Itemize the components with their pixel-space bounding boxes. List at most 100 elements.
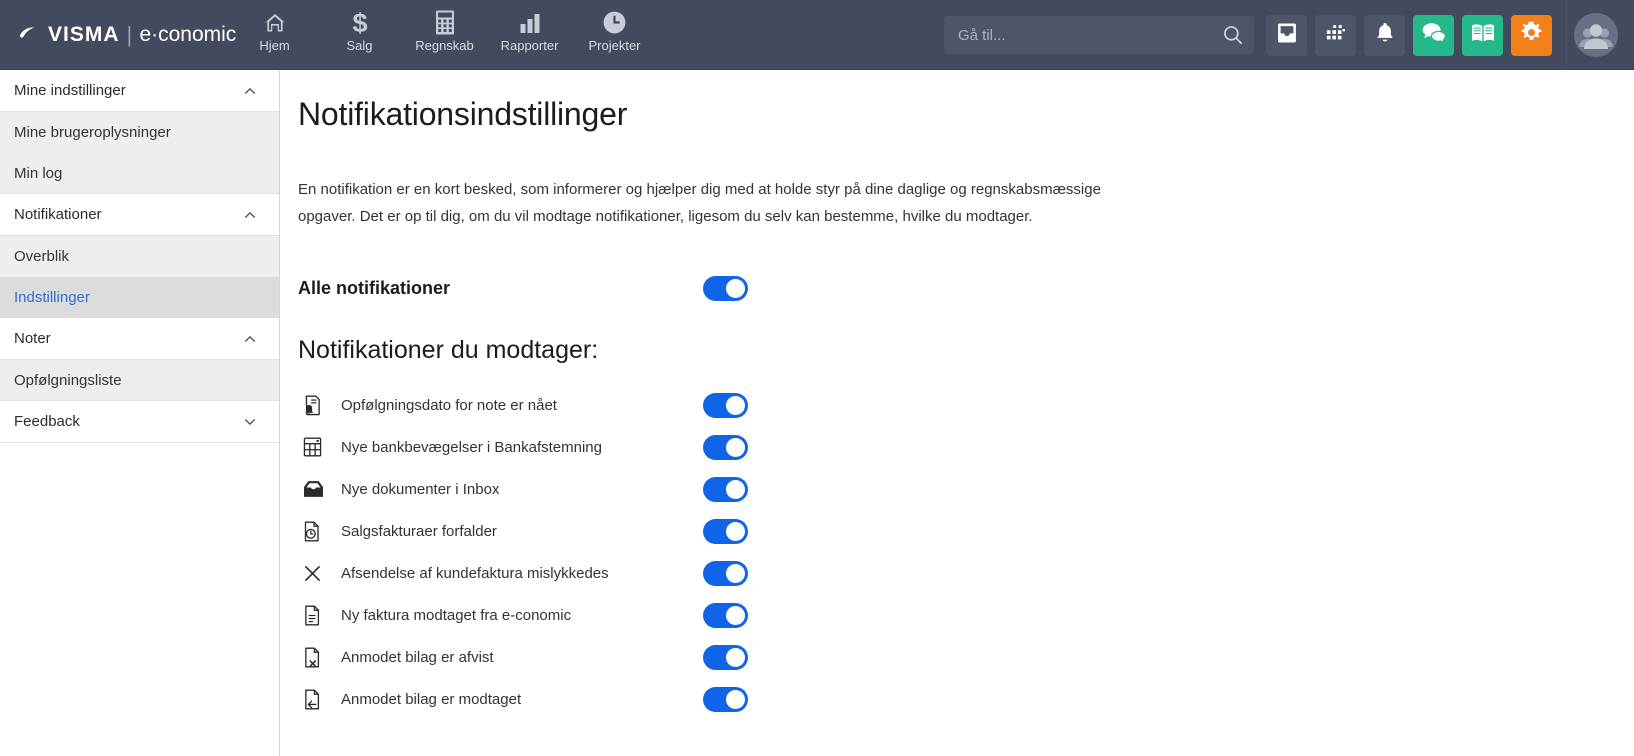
toggle-knob xyxy=(726,689,745,709)
apps-grid-icon xyxy=(1325,22,1347,49)
sidebar-group-label: Feedback xyxy=(14,413,80,430)
brand-visma-text: VISMA xyxy=(48,22,120,46)
sidebar-item-label: Opfølgningsliste xyxy=(14,371,122,389)
sidebar-group-noter[interactable]: Noter xyxy=(0,318,279,360)
chevron-down-icon xyxy=(243,415,257,429)
toggle-knob xyxy=(726,605,745,625)
notification-toggle-2[interactable] xyxy=(703,476,748,502)
notification-row-5: Ny faktura modtaget fra e-conomic xyxy=(298,594,1634,636)
chat-button[interactable] xyxy=(1413,14,1454,56)
sidebar-group-label: Noter xyxy=(14,330,51,347)
home-icon xyxy=(262,9,288,36)
help-button[interactable] xyxy=(1462,14,1503,56)
notification-label: Salgsfakturaer forfalder xyxy=(341,522,497,540)
notification-row-4: Afsendelse af kundefaktura mislykkedes xyxy=(298,552,1634,594)
search-icon[interactable] xyxy=(1222,24,1244,46)
top-navigation-bar: VISMA | e·conomic Hjem $ Salg Regnskab R… xyxy=(0,0,1634,70)
chat-bubbles-icon xyxy=(1422,22,1446,49)
toggle-knob xyxy=(726,479,745,499)
dollar-icon: $ xyxy=(349,9,371,36)
sidebar: Mine indstillinger Mine brugeroplysninge… xyxy=(0,70,280,756)
all-notifications-label: Alle notifikationer xyxy=(298,277,451,298)
notification-toggle-3[interactable] xyxy=(703,518,748,544)
search-box[interactable] xyxy=(944,16,1254,54)
document-lines-icon xyxy=(298,605,332,626)
notification-toggle-1[interactable] xyxy=(703,434,748,460)
toggle-knob xyxy=(726,521,745,541)
document-x-icon xyxy=(298,647,332,668)
settings-button[interactable] xyxy=(1511,14,1552,56)
close-x-icon xyxy=(298,564,332,583)
nav-item-regnskab[interactable]: Regnskab xyxy=(402,9,487,65)
all-notifications-toggle[interactable] xyxy=(703,275,748,301)
toggle-knob xyxy=(726,395,745,415)
document-clock-icon xyxy=(298,521,332,542)
sidebar-item-mine-brugeroplysninger[interactable]: Mine brugeroplysninger xyxy=(0,112,279,153)
nav-item-salg[interactable]: $ Salg xyxy=(317,9,402,65)
notification-toggle-6[interactable] xyxy=(703,644,748,670)
main-content: Notifikationsindstillinger En notifikati… xyxy=(280,70,1634,756)
nav-label-rapporter: Rapporter xyxy=(500,38,559,53)
sidebar-group-feedback[interactable]: Feedback xyxy=(0,401,279,443)
notification-row-1: Nye bankbevægelser i Bankafstemning xyxy=(298,426,1634,468)
note-bell-icon xyxy=(298,395,332,416)
notification-row-6: Anmodet bilag er afvist xyxy=(298,636,1634,678)
toggle-knob xyxy=(726,278,745,298)
main-nav: Hjem $ Salg Regnskab Rapporter Projekter xyxy=(232,0,657,69)
book-icon xyxy=(1471,23,1495,48)
sidebar-item-label: Min log xyxy=(14,164,63,182)
document-arrow-icon xyxy=(298,689,332,710)
notification-label: Afsendelse af kundefaktura mislykkedes xyxy=(341,564,609,582)
sidebar-item-label: Indstillinger xyxy=(14,288,90,306)
sidebar-group-notifikationer[interactable]: Notifikationer xyxy=(0,194,279,236)
users-avatar-icon xyxy=(1573,13,1618,57)
all-notifications-row: Alle notifikationer xyxy=(298,271,1634,305)
sidebar-item-overblik[interactable]: Overblik xyxy=(0,236,279,277)
gear-icon xyxy=(1520,21,1543,49)
sidebar-group-mine-indstillinger[interactable]: Mine indstillinger xyxy=(0,70,279,112)
brand-logo[interactable]: VISMA | e·conomic xyxy=(0,0,236,69)
sidebar-item-indstillinger[interactable]: Indstillinger xyxy=(0,277,279,318)
sidebar-item-label: Mine brugeroplysninger xyxy=(14,123,171,141)
notification-toggle-7[interactable] xyxy=(703,686,748,712)
notification-toggle-0[interactable] xyxy=(703,392,748,418)
inbox-button[interactable] xyxy=(1266,14,1307,56)
bell-icon xyxy=(1375,22,1395,49)
sidebar-item-min-log[interactable]: Min log xyxy=(0,153,279,194)
user-avatar[interactable] xyxy=(1566,0,1624,70)
calculator-icon xyxy=(298,437,332,457)
toggle-knob xyxy=(726,563,745,583)
nav-label-regnskab: Regnskab xyxy=(415,38,474,53)
sidebar-group-label: Mine indstillinger xyxy=(14,82,126,99)
notifications-button[interactable] xyxy=(1364,14,1405,56)
notification-row-0: Opfølgningsdato for note er nået xyxy=(298,384,1634,426)
notification-row-2: Nye dokumenter i Inbox xyxy=(298,468,1634,510)
section-title: Notifikationer du modtager: xyxy=(298,336,599,364)
chevron-up-icon xyxy=(243,208,257,222)
brand-separator: | xyxy=(126,21,133,47)
notification-label: Nye bankbevægelser i Bankafstemning xyxy=(341,438,602,456)
bar-chart-icon xyxy=(518,9,542,36)
notification-toggle-4[interactable] xyxy=(703,560,748,586)
sidebar-group-label: Notifikationer xyxy=(14,206,102,223)
nav-item-projekter[interactable]: Projekter xyxy=(572,9,657,65)
inbox-icon xyxy=(1276,23,1298,48)
notification-row-3: Salgsfakturaer forfalder xyxy=(298,510,1634,552)
sidebar-item-label: Overblik xyxy=(14,247,70,265)
apps-button[interactable] xyxy=(1315,14,1356,56)
brand-product-text: e·conomic xyxy=(139,22,237,46)
notification-toggle-5[interactable] xyxy=(703,602,748,628)
notification-label: Anmodet bilag er modtaget xyxy=(341,690,522,708)
notification-row-7: Anmodet bilag er modtaget xyxy=(298,678,1634,720)
sidebar-item-opfolgningsliste[interactable]: Opfølgningsliste xyxy=(0,360,279,401)
nav-label-projekter: Projekter xyxy=(588,38,641,53)
nav-item-rapporter[interactable]: Rapporter xyxy=(487,9,572,65)
toggle-knob xyxy=(726,647,745,667)
search-input[interactable] xyxy=(958,26,1222,44)
inbox-tray-icon xyxy=(298,480,332,498)
page-body: Mine indstillinger Mine brugeroplysninge… xyxy=(0,70,1634,756)
calculator-icon xyxy=(435,9,455,36)
page-title: Notifikationsindstillinger xyxy=(298,96,628,132)
notification-label: Ny faktura modtaget fra e-conomic xyxy=(341,606,572,624)
nav-item-hjem[interactable]: Hjem xyxy=(232,9,317,65)
